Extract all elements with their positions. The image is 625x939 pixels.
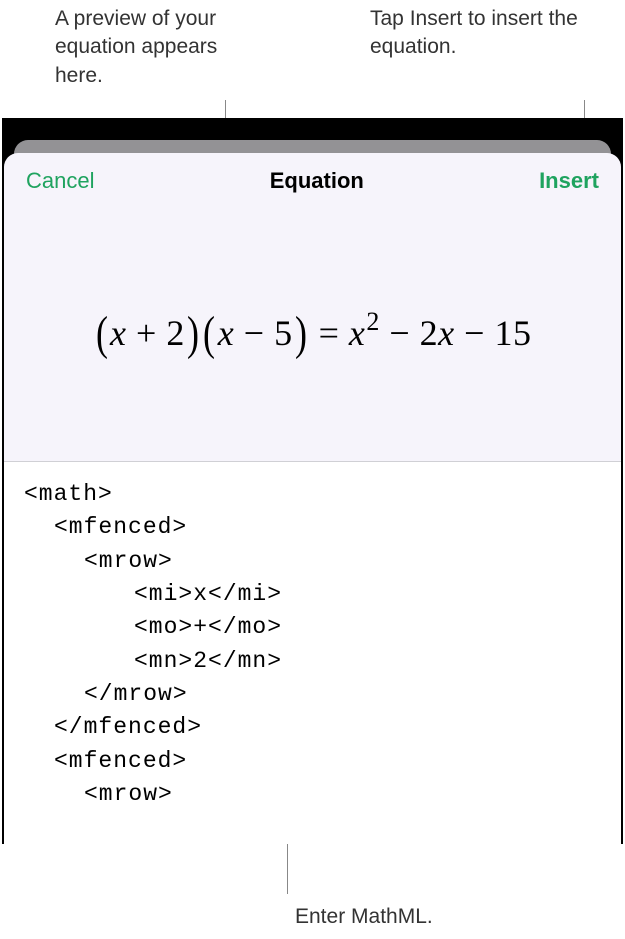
equation-preview: (x + 2)(x − 5) = x2 − 2x − 15 [94, 306, 532, 361]
eq-op-plus: + [127, 313, 167, 353]
code-line: <math> [24, 481, 113, 507]
device-frame: Cancel Equation Insert (x + 2)(x − 5) = … [2, 118, 623, 844]
equation-preview-area: (x + 2)(x − 5) = x2 − 2x − 15 [4, 206, 621, 461]
callout-mathml: Enter MathML. [295, 905, 433, 929]
equation-modal: Cancel Equation Insert (x + 2)(x − 5) = … [4, 153, 621, 844]
eq-op-minus: − [455, 313, 495, 353]
insert-button[interactable]: Insert [539, 168, 599, 194]
code-line: <mo>+</mo> [24, 611, 601, 644]
cancel-button[interactable]: Cancel [26, 168, 94, 194]
code-line: </mfenced> [24, 711, 601, 744]
eq-var-x: x [349, 313, 365, 353]
eq-op-equals: = [309, 313, 349, 353]
eq-num: 2 [166, 313, 185, 353]
eq-num: 5 [274, 313, 293, 353]
eq-lparen: ( [203, 306, 215, 361]
code-line: <mi>x</mi> [24, 578, 601, 611]
code-line: <mfenced> [24, 745, 601, 778]
callout-preview: A preview of your equation appears here. [55, 5, 255, 90]
eq-rparen: ) [187, 306, 199, 361]
eq-num: 15 [494, 313, 531, 353]
mathml-input[interactable]: <math> <mfenced><mrow><mi>x</mi><mo>+</m… [4, 462, 621, 844]
eq-var-x: x [438, 313, 454, 353]
code-line: <mfenced> [24, 511, 601, 544]
code-line: <mn>2</mn> [24, 645, 601, 678]
eq-var-x: x [218, 313, 234, 353]
code-line: <mrow> [24, 545, 601, 578]
eq-num: 2 [420, 313, 439, 353]
eq-rparen: ) [295, 306, 307, 361]
eq-superscript: 2 [366, 307, 380, 336]
code-line: </mrow> [24, 678, 601, 711]
eq-var-x: x [110, 313, 126, 353]
modal-header: Cancel Equation Insert [4, 153, 621, 206]
callout-line [287, 844, 288, 894]
modal-title: Equation [270, 168, 364, 194]
eq-lparen: ( [96, 306, 108, 361]
eq-op-minus: − [380, 313, 420, 353]
callout-insert: Tap Insert to insert the equation. [370, 5, 600, 62]
code-line: <mrow> [24, 778, 601, 811]
eq-op-minus: − [234, 313, 274, 353]
